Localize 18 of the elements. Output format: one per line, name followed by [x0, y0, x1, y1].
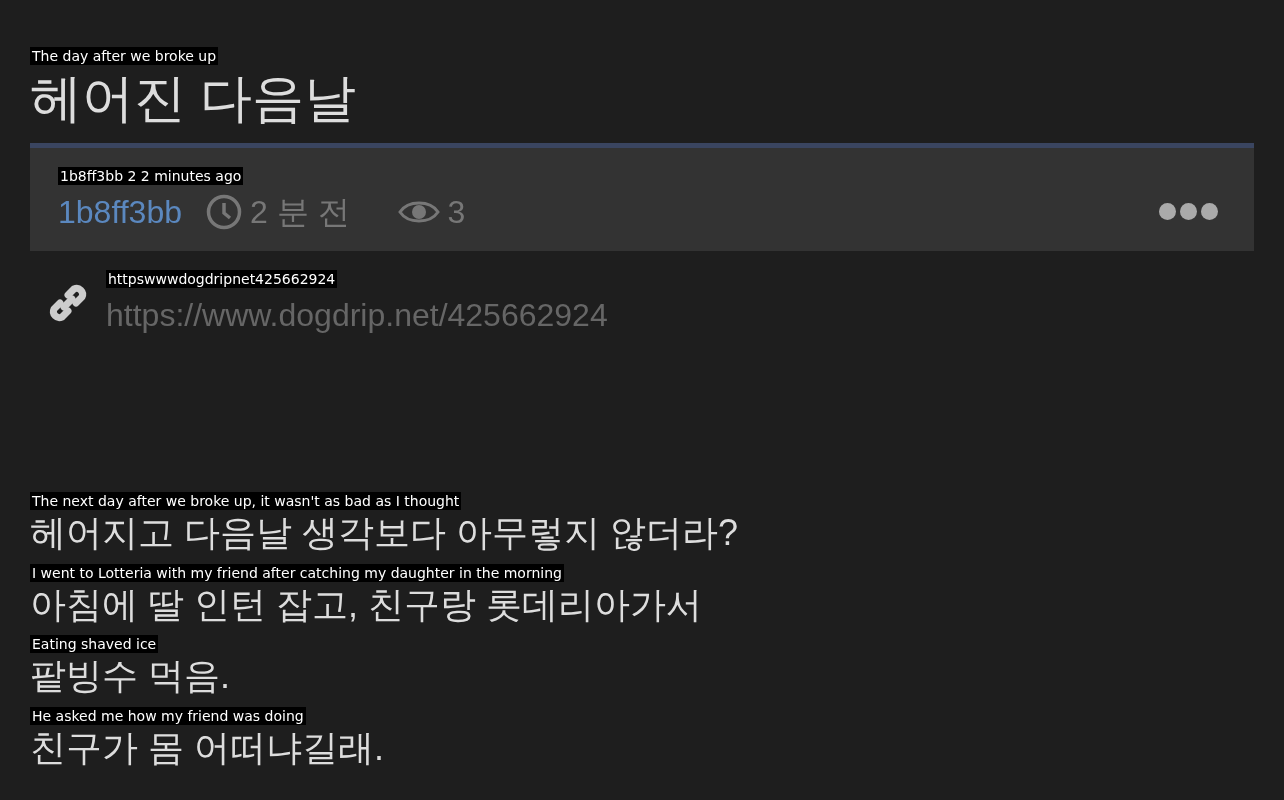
author-link[interactable]: 1b8ff3bb — [58, 187, 182, 236]
post-link[interactable]: https://www.dogdrip.net/425662924 — [106, 291, 608, 340]
body-text: 헤어지고 다음날 생각보다 아무렇지 않더라? — [30, 513, 740, 553]
translation-caption: Eating shaved ice — [30, 635, 159, 654]
translation-caption: I went to Lotteria with my friend after catching my daughter in the morning — [30, 563, 564, 582]
translation-caption: The next day after we broke up, it wasn't as bad as I thought — [30, 492, 462, 511]
view-count: 3 — [447, 192, 466, 232]
translation-caption: He asked me how my friend was doing — [30, 706, 306, 725]
translation-caption: The day after we broke up — [30, 47, 219, 65]
post-title: 헤어진 다음날 — [30, 70, 358, 128]
translation-caption: httpswwwdogdripnet425662924 — [106, 270, 338, 289]
more-button[interactable] — [1159, 203, 1218, 221]
body-text: 친구가 몸 어떠냐길래. — [30, 727, 385, 768]
post-time: 2 분 전 — [250, 192, 350, 232]
body-text: 팥빙수 먹음. — [30, 656, 231, 696]
translation-caption: 1b8ff3bb 2 2 minutes ago — [58, 166, 244, 185]
clock-icon — [206, 193, 242, 230]
body-text: 아침에 딸 인턴 잡고, 친구랑 롯데리아가서 — [30, 584, 703, 625]
